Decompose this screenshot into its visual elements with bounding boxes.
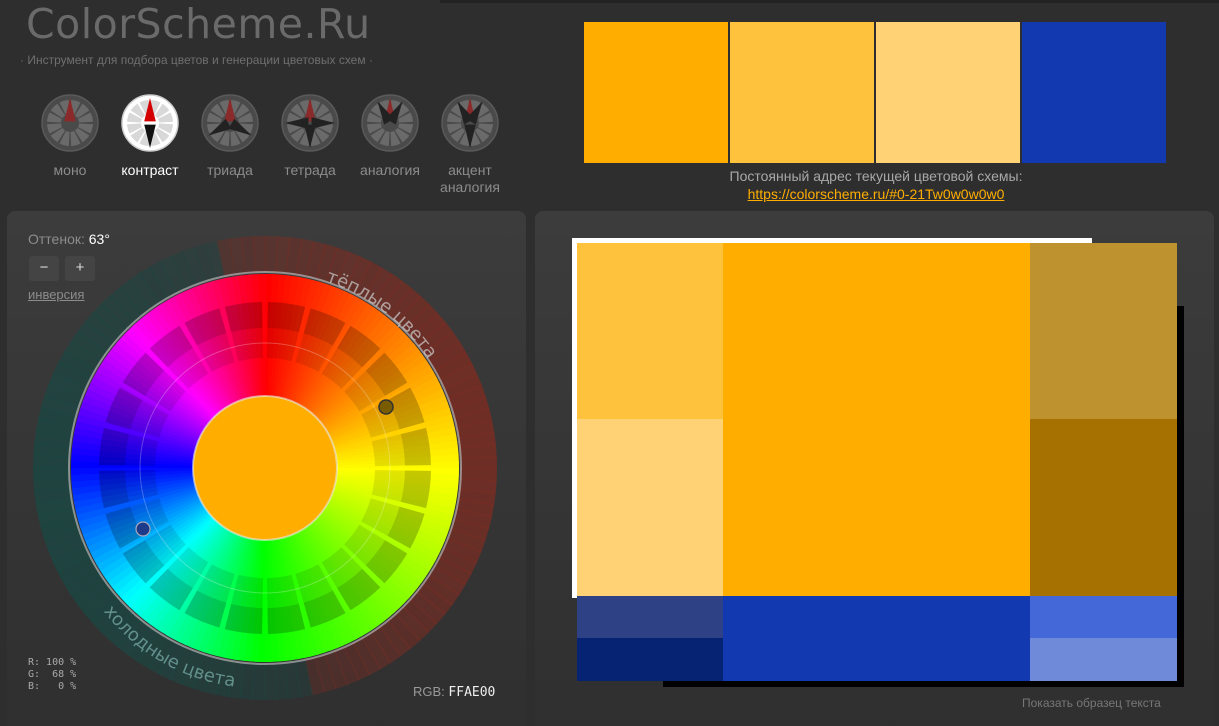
swatch-primary[interactable] <box>584 22 728 163</box>
hue-value: 63° <box>88 231 110 247</box>
mode-label: тетрада <box>284 162 336 178</box>
permalink-label: Постоянный адрес текущей цветовой схемы: <box>729 168 1023 184</box>
rgb-percent-readout: R: 100 % G: 68 % B: 0 % <box>28 657 77 692</box>
temperature-band-segment <box>263 663 278 700</box>
show-text-sample-link[interactable]: Показать образец текста <box>1022 696 1161 710</box>
center-color-circle <box>192 395 338 541</box>
mode-tetrad[interactable]: тетрада <box>270 94 350 196</box>
analogy-mode-icon <box>361 94 419 152</box>
permalink-link[interactable]: https://colorscheme.ru/#0-21Tw0w0w0w0 <box>584 186 1168 202</box>
hue-shade-step <box>267 302 306 333</box>
rgb-hex-readout: RGB: FFAE00 <box>413 684 496 700</box>
complement-hue-marker[interactable] <box>135 521 151 537</box>
triad-mode-icon <box>201 94 259 152</box>
hue-shade-step <box>99 470 130 509</box>
temperature-band-segment <box>252 236 267 273</box>
preview-panel <box>535 211 1214 726</box>
mode-accent-analogy[interactable]: акцент аналогия <box>430 94 510 196</box>
mode-label: аналогия <box>360 162 420 178</box>
contrast-mode-icon <box>121 94 179 152</box>
tagline: · Инструмент для подбора цветов и генера… <box>20 53 373 67</box>
hue-shade-step <box>400 470 431 509</box>
hue-label: Оттенок: 63° <box>28 231 110 247</box>
primary-hue-marker[interactable] <box>378 399 394 415</box>
mono-mode-icon <box>41 94 99 152</box>
mode-mono[interactable]: моно <box>30 94 110 196</box>
temperature-band-segment <box>460 455 497 470</box>
swatch-primary-light[interactable] <box>730 22 874 163</box>
hue-shade-step <box>99 427 130 466</box>
inversion-link[interactable]: инверсия <box>28 287 84 302</box>
temperature-band-segment <box>33 466 70 481</box>
hue-shade-step <box>267 603 306 634</box>
hue-increase-button[interactable]: + <box>65 256 95 281</box>
scheme-mode-selector: моно контраст триада тетрада аналогия ак… <box>30 94 510 196</box>
color-wheel[interactable]: тёплые цвета холодные цвета <box>33 236 499 702</box>
mode-triad[interactable]: триада <box>190 94 270 196</box>
swatch-primary-lighter[interactable] <box>876 22 1020 163</box>
rgb-hex-value: FFAE00 <box>448 685 496 700</box>
mode-analogy[interactable]: аналогия <box>350 94 430 196</box>
hue-decrease-button[interactable]: − <box>29 256 59 281</box>
accent-analogy-mode-icon <box>441 94 499 152</box>
hue-shade-step <box>224 603 263 634</box>
top-tab-strip <box>440 0 1219 3</box>
mode-label: акцент аналогия <box>440 162 500 195</box>
hue-shade-step <box>400 427 431 466</box>
swatch-complement[interactable] <box>1022 22 1166 163</box>
logo[interactable]: ColorScheme.Ru <box>26 0 371 48</box>
mode-label: контраст <box>121 162 179 178</box>
tetrad-mode-icon <box>281 94 339 152</box>
color-swatches <box>584 22 1166 163</box>
mode-contrast[interactable]: контраст <box>110 94 190 196</box>
mode-label: моно <box>53 162 87 178</box>
hue-shade-step <box>224 302 263 333</box>
mode-label: триада <box>207 162 253 178</box>
